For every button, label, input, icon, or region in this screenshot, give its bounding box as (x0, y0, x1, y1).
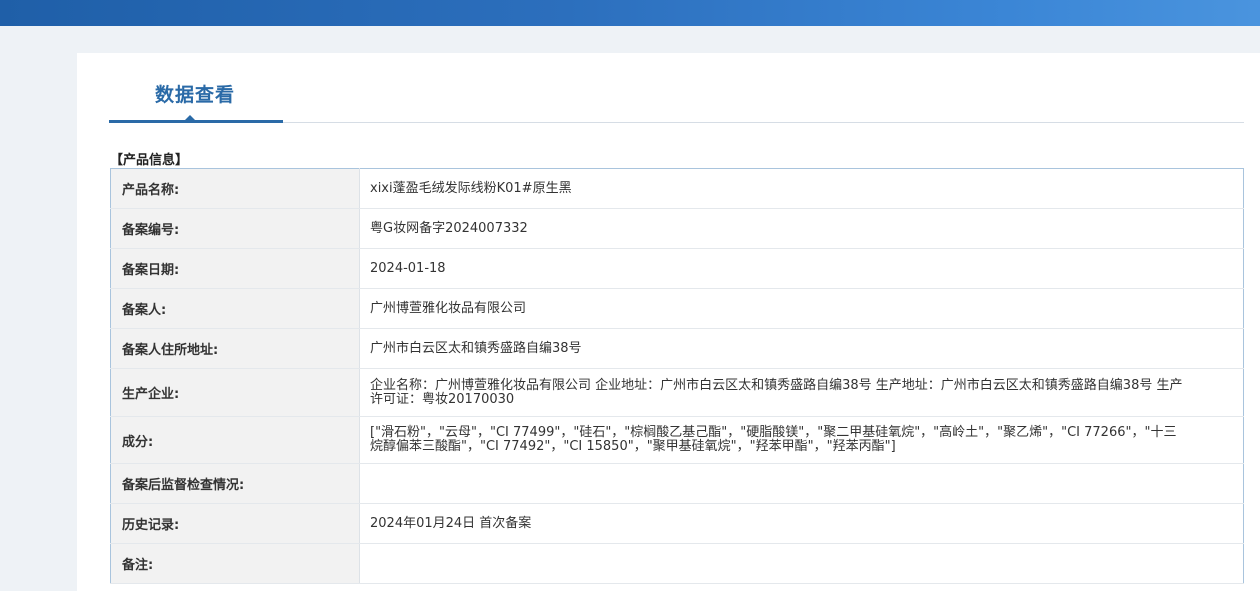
row-label: 备案后监督检查情况: (110, 463, 360, 504)
top-header-bar (0, 0, 1260, 26)
table-row-filing-number: 备案编号: 粤G妆网备字2024007332 (110, 208, 1244, 249)
row-value: 粤G妆网备字2024007332 (359, 208, 1244, 249)
product-info-table: 产品名称: xixi蓬盈毛绒发际线粉K01#原生黑 备案编号: 粤G妆网备字20… (110, 168, 1244, 584)
row-value: 广州博萱雅化妆品有限公司 (359, 288, 1244, 329)
tab-bar: 数据查看 (109, 53, 1244, 123)
row-value: 广州市白云区太和镇秀盛路自编38号 (359, 328, 1244, 369)
tab-active-underline (109, 120, 283, 123)
table-row-filing-date: 备案日期: 2024-01-18 (110, 248, 1244, 289)
table-row-history: 历史记录: 2024年01月24日 首次备案 (110, 503, 1244, 544)
row-value: 企业名称：广州博萱雅化妆品有限公司 企业地址：广州市白云区太和镇秀盛路自编38号… (359, 368, 1244, 417)
table-row-filer: 备案人: 广州博萱雅化妆品有限公司 (110, 288, 1244, 329)
row-value: ["滑石粉"，"云母"，"CI 77499"，"硅石"，"棕榈酸乙基己酯"，"硬… (359, 416, 1244, 464)
table-row-filer-address: 备案人住所地址: 广州市白云区太和镇秀盛路自编38号 (110, 328, 1244, 369)
row-value (359, 463, 1244, 504)
row-label: 历史记录: (110, 503, 360, 544)
row-label: 成分: (110, 416, 360, 464)
row-value: 2024年01月24日 首次备案 (359, 503, 1244, 544)
row-label: 备案人: (110, 288, 360, 329)
table-row-remarks: 备注: (110, 543, 1244, 584)
row-value (359, 543, 1244, 584)
row-label: 产品名称: (110, 168, 360, 209)
table-row-product-name: 产品名称: xixi蓬盈毛绒发际线粉K01#原生黑 (110, 168, 1244, 209)
content-card: 数据查看 【产品信息】 产品名称: xixi蓬盈毛绒发际线粉K01#原生黑 备案… (77, 53, 1260, 591)
table-row-ingredients: 成分: ["滑石粉"，"云母"，"CI 77499"，"硅石"，"棕榈酸乙基己酯… (110, 416, 1244, 464)
row-value: 2024-01-18 (359, 248, 1244, 289)
table-row-manufacturer: 生产企业: 企业名称：广州博萱雅化妆品有限公司 企业地址：广州市白云区太和镇秀盛… (110, 368, 1244, 417)
table-row-post-filing-inspection: 备案后监督检查情况: (110, 463, 1244, 504)
row-label: 备案人住所地址: (110, 328, 360, 369)
section-title-product-info: 【产品信息】 (110, 153, 189, 168)
row-label: 备案编号: (110, 208, 360, 249)
row-label: 备注: (110, 543, 360, 584)
tab-data-view[interactable]: 数据查看 (155, 80, 235, 107)
row-label: 生产企业: (110, 368, 360, 417)
row-value: xixi蓬盈毛绒发际线粉K01#原生黑 (359, 168, 1244, 209)
row-label: 备案日期: (110, 248, 360, 289)
